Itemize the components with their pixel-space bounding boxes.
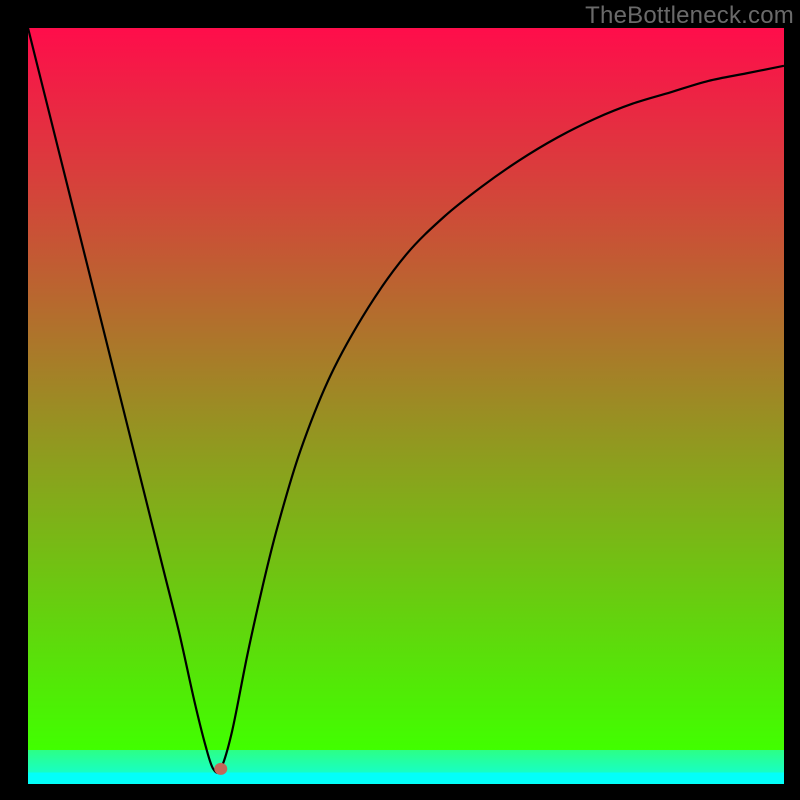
gradient-background (28, 28, 784, 784)
bottleneck-curve-chart (28, 28, 784, 784)
plot-area (28, 28, 784, 784)
chart-frame: TheBottleneck.com (0, 0, 800, 800)
watermark-text: TheBottleneck.com (585, 2, 794, 30)
optimal-point-marker (214, 763, 227, 775)
